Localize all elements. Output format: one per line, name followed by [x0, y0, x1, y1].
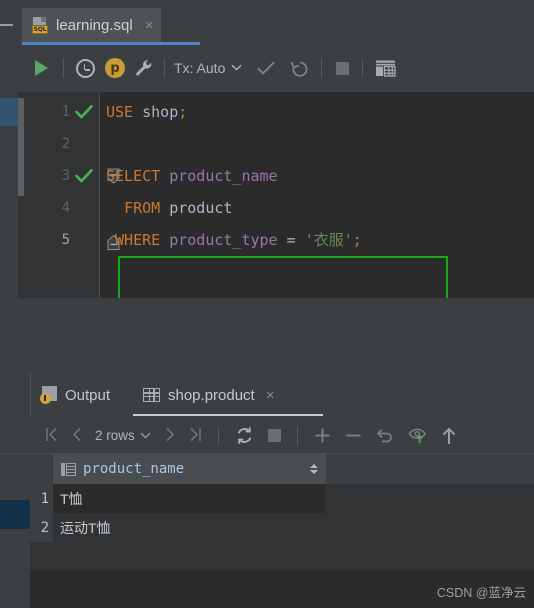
code-line-3: SELECT product_name: [106, 167, 278, 185]
results-tab-output-label: Output: [65, 386, 111, 404]
last-page-button[interactable]: [182, 427, 209, 445]
refresh-icon[interactable]: [228, 426, 261, 445]
gutter-divider: [99, 92, 100, 298]
sql-file-icon: SQL: [32, 16, 49, 34]
code-line-1: USE shop;: [106, 103, 188, 121]
results-toolbar-left-pad: [0, 417, 30, 454]
editor-tab-title: learning.sql: [56, 16, 133, 34]
sql-editor[interactable]: 1 2 3 4 5 USE shop; SELECT product_name …: [18, 92, 534, 349]
row-number: 1: [30, 484, 53, 513]
toolbar-divider-3: [321, 58, 323, 78]
grid-left-selection-marker: [0, 500, 30, 529]
chevron-down-icon[interactable]: [140, 432, 151, 439]
profile-p-icon[interactable]: p: [105, 58, 125, 78]
row-number: 2: [30, 513, 53, 542]
sql-badge-label: SQL: [32, 24, 48, 34]
stop-icon[interactable]: [261, 429, 288, 442]
cell-product-name[interactable]: 运动T恤: [53, 513, 326, 542]
results-toolbar: 2 rows: [30, 417, 534, 454]
line-number-4: 4: [61, 200, 70, 216]
hide-panel-icon[interactable]: [0, 24, 13, 26]
grid-column-header-label: product_name: [83, 461, 185, 477]
editor-scroll-track[interactable]: [18, 92, 24, 298]
stop-icon[interactable]: [331, 61, 353, 75]
editor-toolbar: p Tx: Auto: [18, 45, 534, 91]
grid-header-rownum-corner: [30, 454, 53, 484]
results-tab-active-underline: [133, 414, 323, 416]
tx-mode-selector[interactable]: Tx: Auto: [174, 60, 242, 76]
line-number-1: 1: [61, 104, 70, 120]
output-icon: [40, 386, 58, 404]
app-window: SQL learning.sql × p Tx: Auto 1 2 3 4 5 …: [0, 0, 534, 608]
results-toolbar-divider-2: [296, 425, 298, 446]
table-row[interactable]: 1 T恤: [30, 484, 534, 513]
statement-ok-check-icon-line1[interactable]: [75, 104, 93, 120]
editor-gutter: [18, 92, 100, 298]
wrench-icon[interactable]: [133, 57, 155, 79]
grid-left-strip: [0, 454, 30, 608]
line-number-2: 2: [61, 136, 70, 152]
cell-product-name[interactable]: T恤: [53, 484, 326, 513]
rollback-icon[interactable]: [288, 59, 312, 78]
results-tab-output[interactable]: Output: [40, 382, 110, 408]
table-row[interactable]: 2 运动T恤: [30, 513, 534, 542]
chevron-down-icon: [231, 63, 242, 74]
run-icon[interactable]: [28, 55, 54, 81]
console-grid-icon[interactable]: [372, 60, 398, 77]
code-line-4: FROM product: [124, 199, 233, 217]
history-clock-icon[interactable]: [73, 56, 97, 80]
statement-ok-check-icon-line3[interactable]: [75, 168, 93, 184]
first-page-button[interactable]: [38, 427, 65, 445]
view-value-icon[interactable]: [401, 427, 434, 444]
results-tabbar-left-divider: [30, 372, 31, 416]
results-toolbar-divider: [217, 425, 219, 446]
tx-mode-label: Tx: Auto: [174, 60, 226, 76]
editor-tab-bar: SQL learning.sql ×: [18, 0, 534, 45]
close-icon[interactable]: ×: [266, 388, 275, 403]
commit-check-icon[interactable]: [254, 60, 278, 76]
submit-up-icon[interactable]: [434, 427, 464, 445]
editor-footer: [18, 298, 534, 330]
remove-row-button[interactable]: [338, 427, 369, 444]
sort-arrows-icon[interactable]: [310, 464, 318, 474]
previous-page-button[interactable]: [65, 427, 89, 445]
line-number-5: 5: [61, 232, 70, 248]
next-page-button[interactable]: [158, 427, 182, 445]
add-row-button[interactable]: [307, 427, 338, 444]
column-icon: [61, 462, 76, 476]
code-line-5: WHERE product_type = '衣服';: [115, 231, 362, 249]
line-number-3: 3: [61, 168, 70, 184]
panel-gap: [0, 330, 534, 372]
editor-scroll-thumb[interactable]: [18, 98, 24, 196]
grid-column-header-product-name[interactable]: product_name: [53, 454, 326, 484]
toolbar-divider-4: [362, 58, 364, 78]
close-icon[interactable]: ×: [145, 18, 154, 33]
left-tool-strip: [0, 0, 18, 372]
watermark: CSDN @蓝净云: [436, 586, 526, 600]
editor-code-area[interactable]: USE shop; SELECT product_name FROM produ…: [106, 92, 534, 298]
revert-icon[interactable]: [369, 427, 401, 444]
row-count-selector[interactable]: 2 rows: [95, 428, 135, 443]
strip-highlight: [0, 98, 18, 126]
table-grid-icon: [143, 388, 160, 402]
results-tab-shop-product[interactable]: shop.product ×: [143, 382, 275, 408]
toolbar-divider-2: [164, 58, 165, 78]
results-tab-shop-product-label: shop.product: [168, 386, 255, 404]
toolbar-divider: [63, 58, 64, 78]
editor-tab-learning-sql[interactable]: SQL learning.sql ×: [22, 8, 162, 42]
